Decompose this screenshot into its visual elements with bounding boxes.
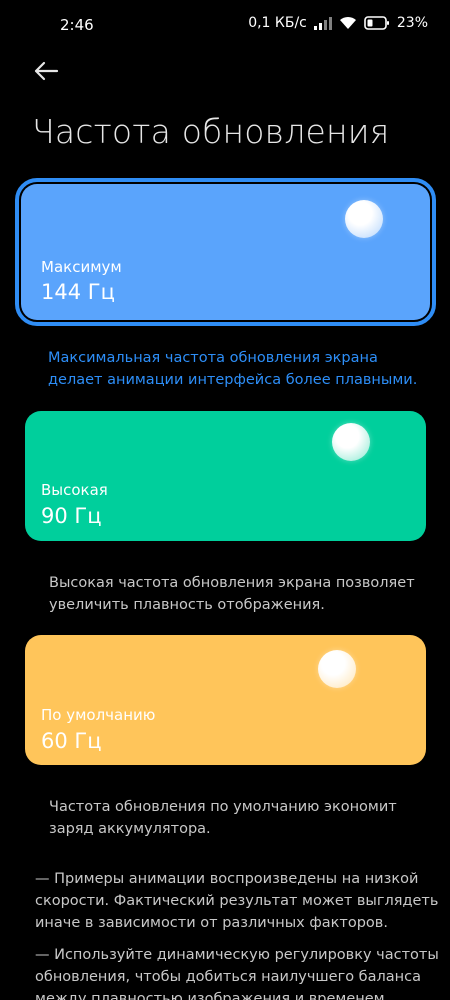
wifi-icon xyxy=(339,16,357,30)
battery-level: 23% xyxy=(396,15,428,31)
description-line: Максимальная частота обновления экрана xyxy=(48,350,378,366)
network-speed: 0,1 КБ/с xyxy=(248,15,307,31)
back-button[interactable] xyxy=(28,54,64,88)
mode-label: Высокая xyxy=(41,481,108,499)
status-icons: 0,1 КБ/с 23% xyxy=(248,15,428,31)
note-line: скорости. Фактический результат может вы… xyxy=(35,893,439,909)
mode-card-max[interactable]: Максимум 144 Гц xyxy=(21,184,430,320)
note-line: между плавностью изображения и временем xyxy=(35,991,385,1000)
mode-label: Максимум xyxy=(41,258,122,276)
status-bar: 2:46 0,1 КБ/с 23% xyxy=(0,0,450,52)
note-line: — Примеры анимации воспроизведены на низ… xyxy=(35,871,419,887)
animation-ball xyxy=(332,423,370,461)
note-line: обновления, чтобы добиться наилучшего ба… xyxy=(35,969,421,985)
description-line: Частота обновления по умолчанию экономит xyxy=(49,799,397,815)
mode-card-default[interactable]: По умолчанию 60 Гц xyxy=(25,635,426,765)
arrow-left-icon xyxy=(34,61,59,81)
note-animation-speed: — Примеры анимации воспроизведены на низ… xyxy=(35,868,438,934)
description-line: увеличить плавность отображения. xyxy=(49,597,325,613)
note-line: иначе в зависимости от различных факторо… xyxy=(35,915,388,931)
page-title: Частота обновления xyxy=(32,112,390,151)
mode-card-high[interactable]: Высокая 90 Гц xyxy=(25,411,426,541)
mode-rate: 144 Гц xyxy=(41,280,115,304)
battery-icon xyxy=(364,16,390,30)
mode-label: По умолчанию xyxy=(41,706,156,724)
mode-description-high: Высокая частота обновления экрана позвол… xyxy=(49,572,415,616)
description-line: делает анимации интерфейса более плавным… xyxy=(48,372,418,388)
mode-description-default: Частота обновления по умолчанию экономит… xyxy=(49,796,397,840)
mode-rate: 90 Гц xyxy=(41,504,102,528)
animation-ball xyxy=(318,650,356,688)
signal-icon xyxy=(313,16,332,30)
note-line: — Используйте динамическую регулировку ч… xyxy=(35,947,439,963)
description-line: Высокая частота обновления экрана позвол… xyxy=(49,575,415,591)
mode-rate: 60 Гц xyxy=(41,729,102,753)
status-time: 2:46 xyxy=(60,16,94,34)
description-line: заряд аккумулятора. xyxy=(49,821,211,837)
animation-ball xyxy=(345,200,383,238)
mode-description-max: Максимальная частота обновления экрана д… xyxy=(48,347,417,391)
note-dynamic-refresh: — Используйте динамическую регулировку ч… xyxy=(35,944,439,1000)
